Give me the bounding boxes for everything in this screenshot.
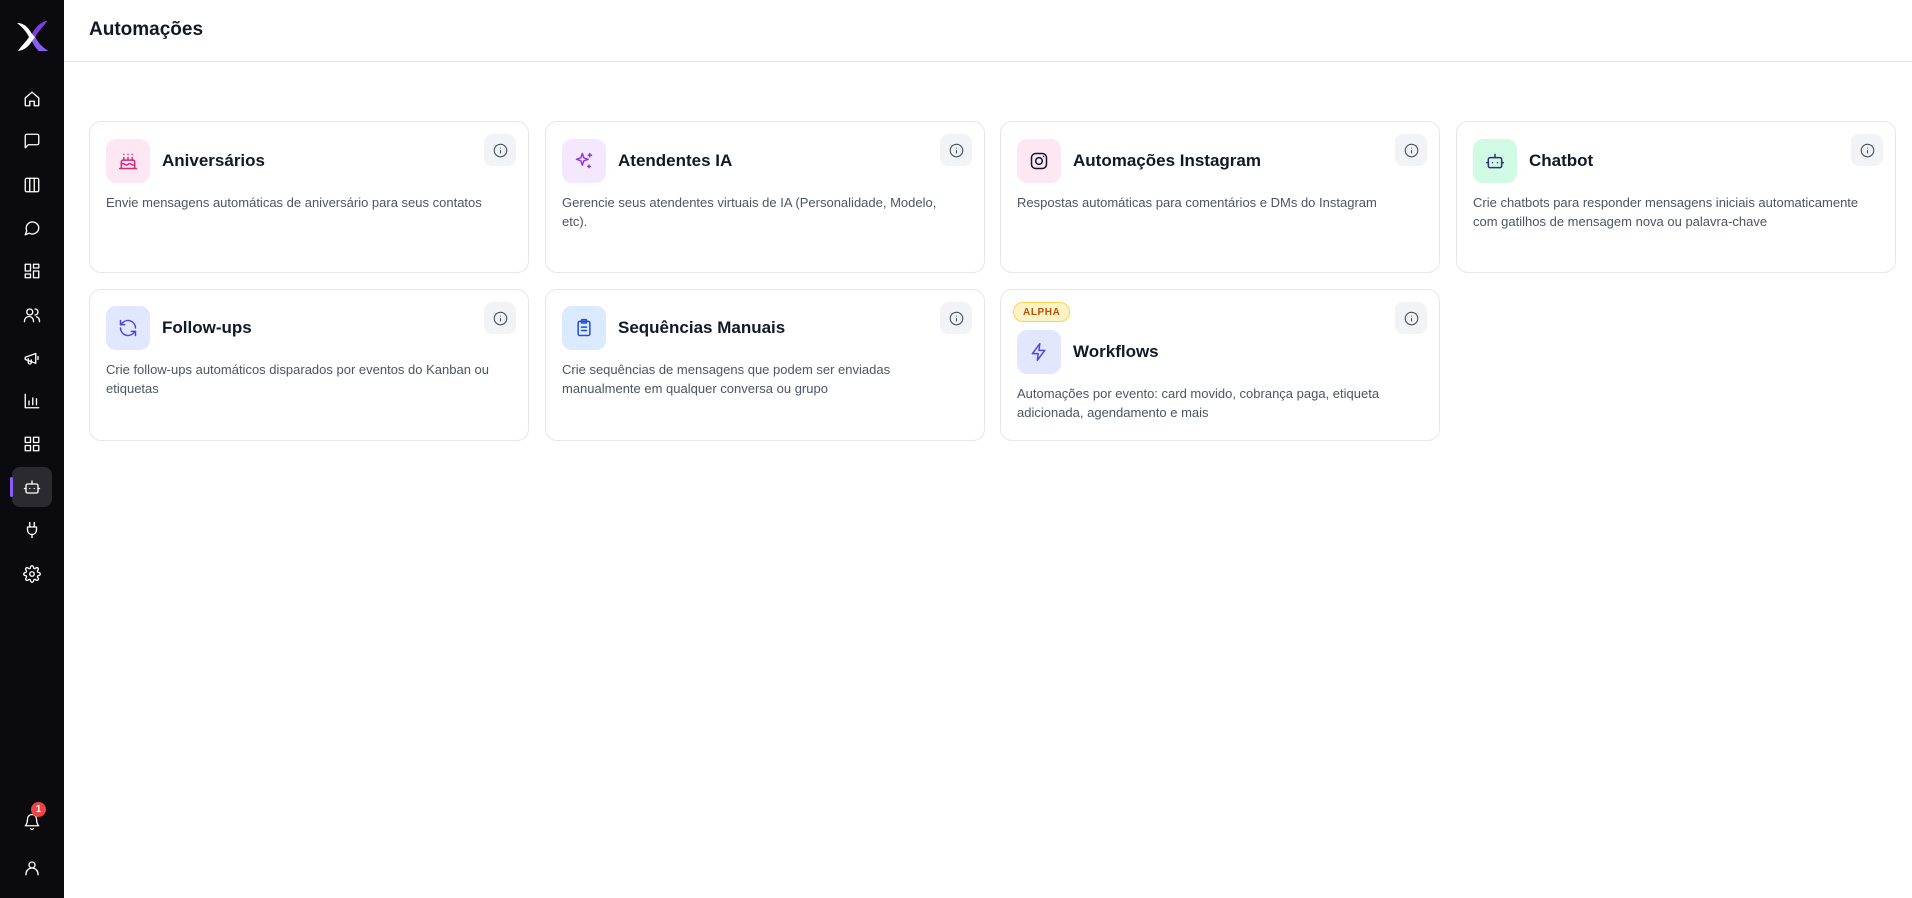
app-root: 1 Automações Aniversários Envie mensagen… [0, 0, 1912, 898]
sidebar: 1 [0, 0, 64, 898]
plug-icon [26, 521, 38, 539]
clipboard-list-icon [577, 318, 591, 337]
sidebar-item-contacts[interactable] [12, 295, 52, 335]
grid-icon [24, 436, 40, 452]
card-title: Atendentes IA [618, 151, 733, 170]
card-atendentes-ia[interactable]: Atendentes IA Gerencie seus atendentes v… [545, 121, 985, 273]
user-icon [25, 861, 39, 876]
alpha-badge: ALPHA [1013, 302, 1071, 322]
sidebar-item-dashboard[interactable] [12, 251, 52, 291]
info-icon [1404, 311, 1418, 325]
info-button[interactable] [484, 302, 516, 334]
card-title: Chatbot [1529, 151, 1594, 170]
card-sequencias-manuais[interactable]: Sequências Manuais Crie sequências de me… [545, 289, 985, 441]
notifications-button[interactable]: 1 [12, 802, 52, 842]
card-icon-box [562, 306, 606, 350]
bot-icon [1485, 153, 1505, 169]
sidebar-item-campaigns[interactable] [12, 338, 52, 378]
card-icon-box [106, 139, 150, 183]
card-description: Gerencie seus atendentes virtuais de IA … [562, 195, 937, 229]
megaphone-icon [24, 352, 39, 365]
info-icon [1860, 143, 1874, 157]
header: Automações [64, 0, 1912, 62]
card-title: Automações Instagram [1073, 151, 1261, 170]
info-icon [493, 143, 507, 157]
card-title: Sequências Manuais [618, 318, 786, 337]
message-circle-icon [24, 221, 40, 236]
users-icon [23, 308, 41, 323]
info-icon [493, 311, 507, 325]
card-title: Workflows [1073, 342, 1159, 361]
home-icon [24, 91, 40, 107]
card-workflows[interactable]: ALPHA Workflows Automações por evento: c… [1000, 289, 1440, 441]
card-icon-box [1017, 139, 1061, 183]
sparkles-icon [575, 152, 593, 169]
sidebar-item-settings[interactable] [12, 554, 52, 594]
gear-icon [23, 565, 41, 583]
info-button[interactable] [940, 302, 972, 334]
info-button[interactable] [1851, 134, 1883, 166]
notification-count-badge: 1 [31, 802, 46, 817]
bar-chart-icon [24, 393, 40, 409]
layout-dashboard-icon [24, 263, 40, 279]
sidebar-item-kanban[interactable] [12, 165, 52, 205]
message-square-icon [24, 133, 40, 149]
sidebar-item-integrations[interactable] [12, 510, 52, 550]
cake-icon [118, 153, 138, 170]
card-description: Crie chatbots para responder mensagens i… [1473, 195, 1859, 229]
bot-icon [23, 480, 41, 494]
card-follow-ups[interactable]: Follow-ups Crie follow-ups automáticos d… [89, 289, 529, 441]
card-title: Follow-ups [162, 318, 252, 337]
info-icon [1404, 143, 1418, 157]
zap-icon [1031, 342, 1046, 362]
info-icon [949, 143, 963, 157]
info-button[interactable] [940, 134, 972, 166]
sidebar-item-apps[interactable] [12, 424, 52, 464]
card-automacoes-instagram[interactable]: Automações Instagram Respostas automátic… [1000, 121, 1440, 273]
card-description: Automações por evento: card movido, cobr… [1017, 386, 1380, 420]
sidebar-item-home[interactable] [12, 79, 52, 119]
columns-icon [24, 177, 40, 193]
card-description: Crie sequências de mensagens que podem s… [562, 362, 891, 396]
card-aniversarios[interactable]: Aniversários Envie mensagens automáticas… [89, 121, 529, 273]
card-title: Aniversários [162, 151, 265, 170]
info-icon [949, 311, 963, 325]
info-button[interactable] [484, 134, 516, 166]
card-chatbot[interactable]: Chatbot Crie chatbots para responder men… [1456, 121, 1896, 273]
info-button[interactable] [1395, 302, 1427, 334]
sidebar-item-chat[interactable] [12, 208, 52, 248]
card-icon-box [1473, 139, 1517, 183]
sidebar-item-reports[interactable] [12, 381, 52, 421]
info-button[interactable] [1395, 134, 1427, 166]
refresh-icon [119, 319, 137, 337]
profile-button[interactable] [12, 848, 52, 888]
instagram-icon [1030, 152, 1048, 170]
card-description: Respostas automáticas para comentários e… [1017, 195, 1377, 210]
card-description: Crie follow-ups automáticos disparados p… [106, 362, 490, 396]
card-description: Envie mensagens automáticas de aniversár… [106, 195, 482, 210]
logo-icon[interactable] [14, 18, 50, 54]
card-icon-box [106, 306, 150, 350]
card-icon-box [1017, 330, 1061, 374]
card-icon-box [562, 139, 606, 183]
sidebar-item-messages[interactable] [12, 121, 52, 161]
sidebar-item-automations[interactable] [10, 467, 52, 507]
page-title: Automações [89, 19, 204, 40]
